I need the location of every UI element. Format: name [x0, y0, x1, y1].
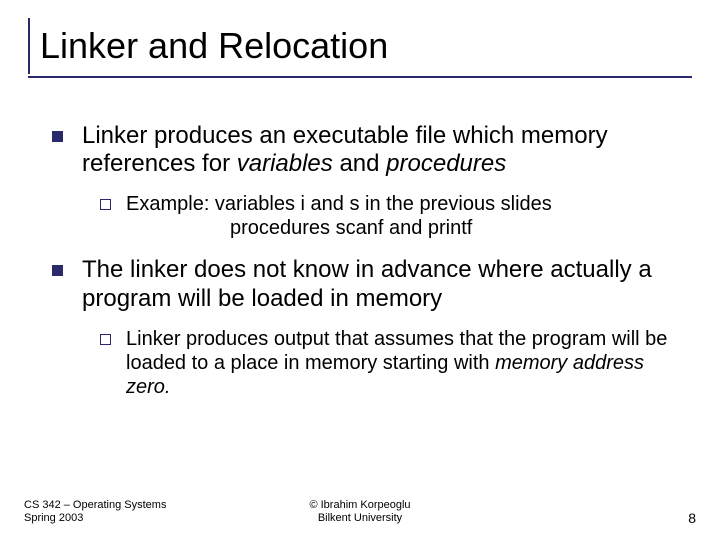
footer-left: CS 342 – Operating Systems Spring 2003 [24, 499, 248, 527]
slide-title: Linker and Relocation [40, 18, 692, 70]
bullet-2-text: The linker does not know in advance wher… [82, 256, 652, 311]
bullet-list: Linker produces an executable file which… [48, 122, 680, 399]
footer-term: Spring 2003 [24, 512, 83, 524]
sub-list-1: Example: variables i and s in the previo… [82, 192, 680, 240]
sub-list-2: Linker produces output that assumes that… [82, 327, 680, 399]
slide-footer: CS 342 – Operating Systems Spring 2003 ©… [0, 499, 720, 527]
footer-affiliation: Bilkent University [318, 512, 402, 524]
footer-course: CS 342 – Operating Systems [24, 499, 166, 511]
footer-right: 8 [472, 510, 696, 526]
bullet-2: The linker does not know in advance wher… [48, 256, 680, 399]
slide: Linker and Relocation Linker produces an… [0, 0, 720, 540]
page-number: 8 [688, 510, 696, 526]
footer-center: © Ibrahim Korpeoglu Bilkent University [248, 499, 472, 527]
sub-bullet-1-line2: procedures scanf and printf [126, 216, 680, 240]
slide-content: Linker produces an executable file which… [28, 78, 692, 399]
title-block: Linker and Relocation [28, 18, 692, 74]
bullet-1-mid: and [333, 150, 386, 177]
footer-author: © Ibrahim Korpeoglu [309, 499, 410, 511]
bullet-1: Linker produces an executable file which… [48, 122, 680, 241]
sub-bullet-2: Linker produces output that assumes that… [94, 327, 680, 399]
bullet-1-italic-2: procedures [386, 150, 506, 177]
sub-bullet-1-line1: Example: variables i and s in the previo… [126, 193, 552, 215]
bullet-1-italic-1: variables [237, 150, 333, 177]
sub-bullet-1: Example: variables i and s in the previo… [94, 192, 680, 240]
